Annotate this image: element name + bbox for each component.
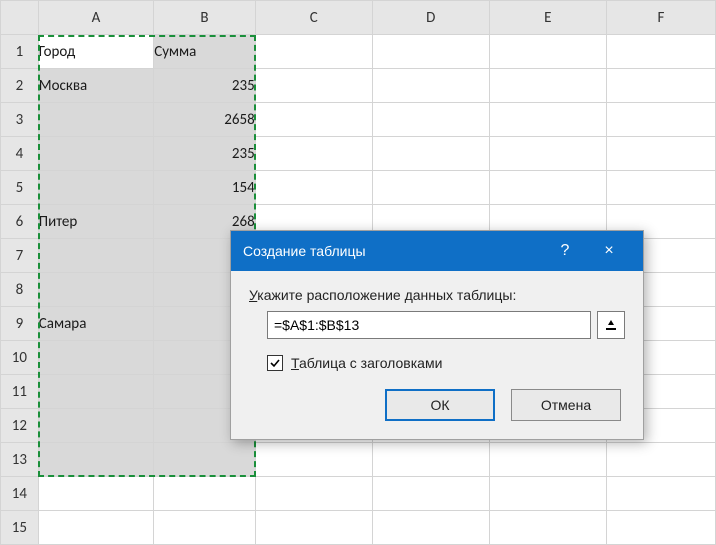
cell-E2[interactable]: [489, 69, 606, 103]
cell-C13[interactable]: [255, 443, 372, 477]
cell-E1[interactable]: [489, 35, 606, 69]
collapse-icon: [604, 318, 618, 332]
cell-A9[interactable]: Самара: [38, 307, 153, 341]
cell-F4[interactable]: [606, 137, 715, 171]
select-all-corner[interactable]: [1, 1, 39, 35]
cell-F15[interactable]: [606, 511, 715, 545]
row-header-7[interactable]: 7: [1, 239, 39, 273]
cell-A15[interactable]: [38, 511, 153, 545]
cell-E15[interactable]: [489, 511, 606, 545]
cell-D4[interactable]: [372, 137, 489, 171]
create-table-dialog: Создание таблицы ? × Укажите расположени…: [230, 230, 644, 440]
row-header-1[interactable]: 1: [1, 35, 39, 69]
ok-button[interactable]: ОК: [385, 389, 495, 421]
cell-E14[interactable]: [489, 477, 606, 511]
cell-B14[interactable]: [154, 477, 255, 511]
row-header-15[interactable]: 15: [1, 511, 39, 545]
col-header-C[interactable]: C: [255, 1, 372, 35]
cell-A1[interactable]: Город: [38, 35, 153, 69]
col-header-F[interactable]: F: [606, 1, 715, 35]
checkmark-icon: [269, 357, 281, 369]
collapse-dialog-button[interactable]: [597, 311, 625, 339]
row-header-8[interactable]: 8: [1, 273, 39, 307]
cell-D14[interactable]: [372, 477, 489, 511]
row-header-4[interactable]: 4: [1, 137, 39, 171]
cell-B1[interactable]: Сумма: [154, 35, 255, 69]
row-header-3[interactable]: 3: [1, 103, 39, 137]
cell-B2[interactable]: 235: [154, 69, 255, 103]
row-header-13[interactable]: 13: [1, 443, 39, 477]
cell-C4[interactable]: [255, 137, 372, 171]
headers-checkbox-label[interactable]: Таблица с заголовками: [291, 355, 442, 371]
range-input[interactable]: [267, 311, 591, 339]
cell-D3[interactable]: [372, 103, 489, 137]
cell-D13[interactable]: [372, 443, 489, 477]
cell-A5[interactable]: [38, 171, 153, 205]
cell-A4[interactable]: [38, 137, 153, 171]
cell-A2[interactable]: Москва: [38, 69, 153, 103]
close-button[interactable]: ×: [587, 242, 631, 260]
cancel-button[interactable]: Отмена: [511, 389, 621, 421]
cell-D2[interactable]: [372, 69, 489, 103]
cell-F14[interactable]: [606, 477, 715, 511]
headers-checkbox[interactable]: [267, 355, 283, 371]
col-header-E[interactable]: E: [489, 1, 606, 35]
cell-A11[interactable]: [38, 375, 153, 409]
cell-D15[interactable]: [372, 511, 489, 545]
cell-A10[interactable]: [38, 341, 153, 375]
cell-A7[interactable]: [38, 239, 153, 273]
cell-C2[interactable]: [255, 69, 372, 103]
cell-C5[interactable]: [255, 171, 372, 205]
dialog-title: Создание таблицы: [243, 243, 543, 259]
cell-B3[interactable]: 2658: [154, 103, 255, 137]
cell-C14[interactable]: [255, 477, 372, 511]
row-header-14[interactable]: 14: [1, 477, 39, 511]
cell-A14[interactable]: [38, 477, 153, 511]
cell-E13[interactable]: [489, 443, 606, 477]
cell-A12[interactable]: [38, 409, 153, 443]
cell-F1[interactable]: [606, 35, 715, 69]
row-header-9[interactable]: 9: [1, 307, 39, 341]
cell-E3[interactable]: [489, 103, 606, 137]
row-header-5[interactable]: 5: [1, 171, 39, 205]
cell-E5[interactable]: [489, 171, 606, 205]
cell-F13[interactable]: [606, 443, 715, 477]
cell-A13[interactable]: [38, 443, 153, 477]
help-button[interactable]: ?: [543, 242, 587, 260]
row-header-2[interactable]: 2: [1, 69, 39, 103]
cell-C1[interactable]: [255, 35, 372, 69]
row-header-6[interactable]: 6: [1, 205, 39, 239]
col-header-A[interactable]: A: [38, 1, 153, 35]
cell-E4[interactable]: [489, 137, 606, 171]
range-label: Укажите расположение данных таблицы:: [249, 287, 625, 303]
cell-F5[interactable]: [606, 171, 715, 205]
cell-B5[interactable]: 154: [154, 171, 255, 205]
row-header-10[interactable]: 10: [1, 341, 39, 375]
cell-A6[interactable]: Питер: [38, 205, 153, 239]
cell-C15[interactable]: [255, 511, 372, 545]
col-header-B[interactable]: B: [154, 1, 255, 35]
cell-B13[interactable]: [154, 443, 255, 477]
cell-A3[interactable]: [38, 103, 153, 137]
cell-F3[interactable]: [606, 103, 715, 137]
row-header-11[interactable]: 11: [1, 375, 39, 409]
cell-F2[interactable]: [606, 69, 715, 103]
col-header-D[interactable]: D: [372, 1, 489, 35]
cell-A8[interactable]: [38, 273, 153, 307]
cell-D1[interactable]: [372, 35, 489, 69]
cell-B4[interactable]: 235: [154, 137, 255, 171]
cell-B15[interactable]: [154, 511, 255, 545]
cell-D5[interactable]: [372, 171, 489, 205]
dialog-titlebar[interactable]: Создание таблицы ? ×: [231, 231, 643, 271]
row-header-12[interactable]: 12: [1, 409, 39, 443]
cell-C3[interactable]: [255, 103, 372, 137]
